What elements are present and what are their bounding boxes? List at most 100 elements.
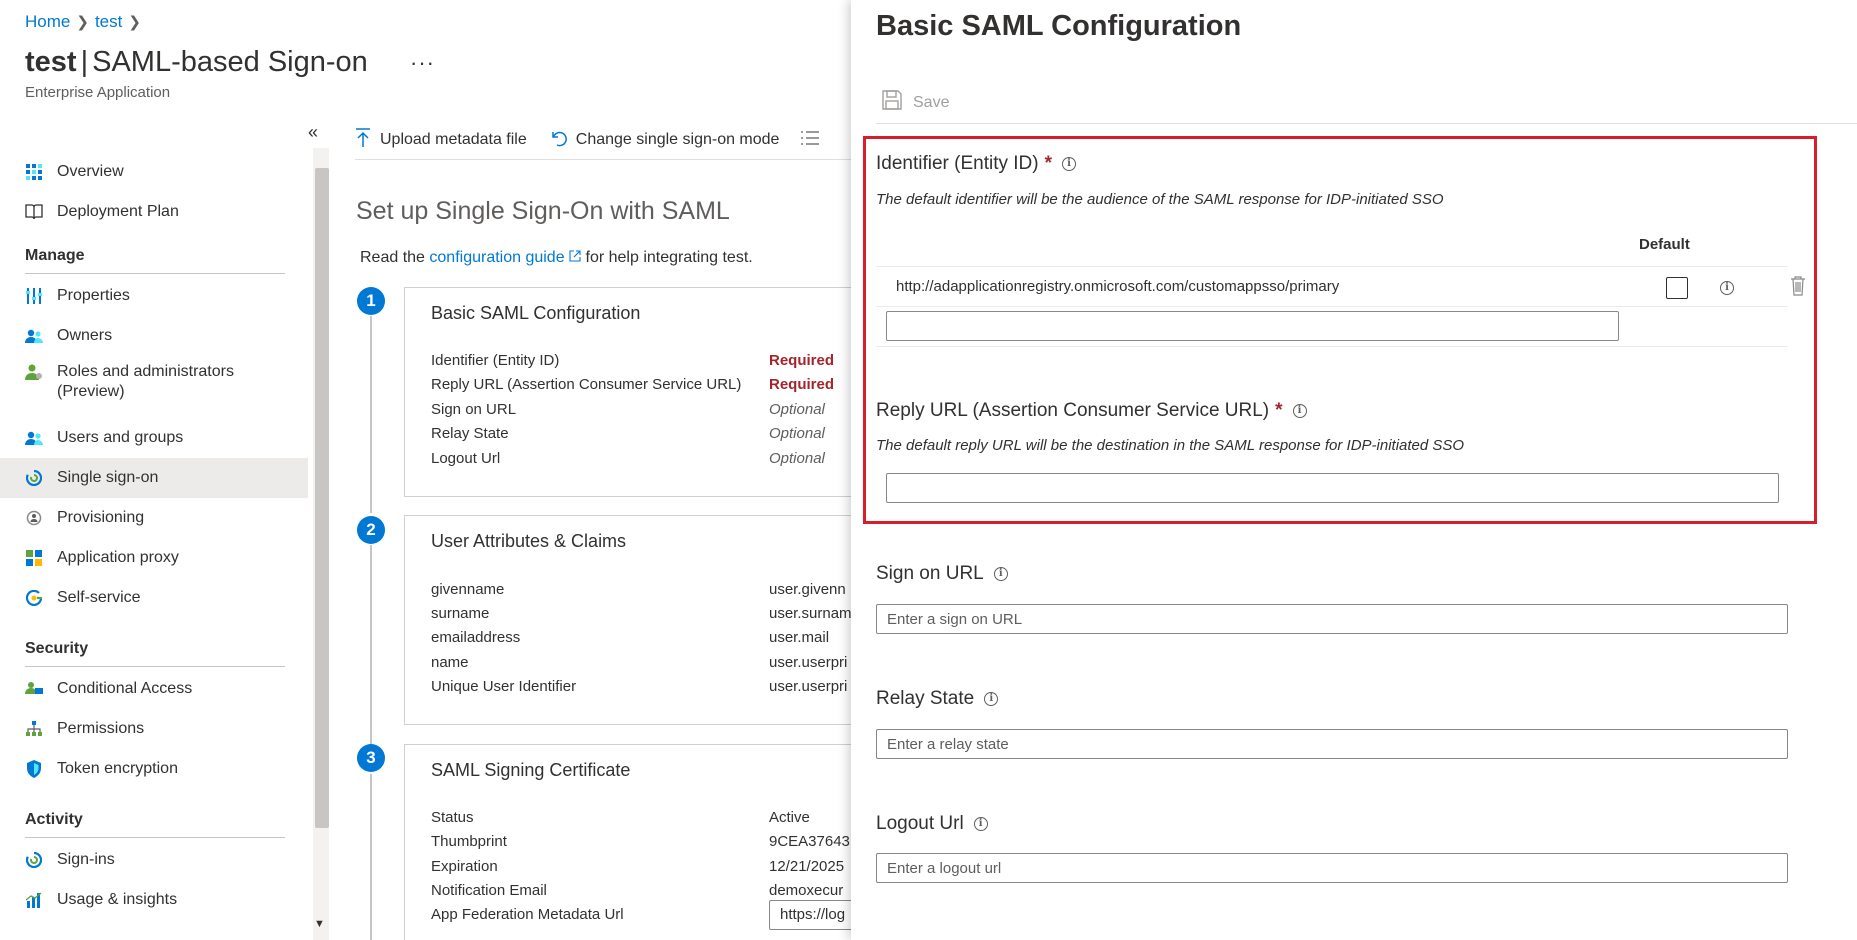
scrollbar-thumb[interactable] [315, 168, 329, 828]
divider [876, 123, 1857, 124]
step-card-attributes-claims: User Attributes & Claims givenname user.… [404, 515, 864, 725]
card-row-value: 9CEA37643 [769, 833, 850, 850]
card-row-label: Expiration [431, 858, 498, 875]
grid-icon [25, 163, 43, 181]
sidebar-item-provisioning[interactable]: Provisioning [0, 498, 308, 538]
sidebar-item-token-encryption[interactable]: Token encryption [0, 749, 308, 789]
reply-url-description: The default reply URL will be the destin… [876, 437, 1465, 454]
card-row-label: Relay State [431, 425, 509, 442]
step-number-2: 2 [357, 516, 385, 544]
card-row-value: demoxecur [769, 882, 844, 899]
sidebar-item-single-sign-on[interactable]: Single sign-on [0, 458, 308, 498]
breadcrumb: Home ❯ test ❯ [25, 12, 141, 32]
sidebar-item-self-service[interactable]: Self-service [0, 578, 308, 618]
card-row-label: Sign on URL [431, 401, 517, 418]
change-sso-mode-label: Change single sign-on mode [575, 131, 780, 148]
step-connector [370, 545, 372, 745]
card-row-label: App Federation Metadata Url [431, 906, 624, 923]
chevron-right-icon: ❯ [128, 14, 141, 31]
relay-state-label-text: Relay State [876, 688, 975, 709]
chevron-right-icon: ❯ [76, 14, 89, 31]
divider [25, 273, 285, 274]
card-row-value: user.surnam [769, 605, 852, 622]
undo-icon [549, 129, 567, 152]
card-title: Basic SAML Configuration [431, 303, 641, 323]
sign-ins-icon [25, 851, 43, 869]
sidebar-item-sign-ins[interactable]: Sign-ins [0, 840, 308, 880]
sidebar-item-permissions[interactable]: Permissions [0, 709, 308, 749]
default-checkbox[interactable] [1666, 277, 1688, 299]
sidebar-item-conditional-access[interactable]: Conditional Access [0, 669, 308, 709]
sidebar-item-properties[interactable]: Properties [0, 276, 308, 316]
card-row-label: Reply URL (Assertion Consumer Service UR… [431, 376, 742, 393]
card-row-label: Thumbprint [431, 833, 507, 850]
configuration-guide-label: configuration guide [429, 249, 565, 266]
logout-url-label: Logout Url i [876, 813, 988, 835]
card-row-label: Status [431, 809, 474, 826]
change-sso-mode-button[interactable]: Change single sign-on mode [549, 129, 780, 152]
logout-url-input[interactable] [876, 853, 1788, 883]
breadcrumb-current[interactable]: test [95, 12, 122, 32]
sidebar-heading-security: Security [25, 640, 89, 657]
identifier-description: The default identifier will be the audie… [876, 191, 1444, 208]
upload-metadata-button[interactable]: Upload metadata file [355, 127, 527, 153]
info-icon[interactable]: i [993, 567, 1008, 581]
card-row-label: givenname [431, 581, 505, 598]
identifier-row: http://adapplicationregistry.onmicrosoft… [876, 266, 1805, 307]
sidebar-item-label: Single sign-on [57, 469, 159, 486]
page-title-separator: | [80, 46, 89, 78]
sidebar-item-label: Provisioning [57, 509, 145, 526]
required-mark: * [1275, 400, 1283, 421]
basic-saml-panel: Basic SAML Configuration Save Identifier… [851, 0, 1857, 940]
card-row-value: Optional [769, 401, 825, 418]
divider [25, 837, 285, 838]
breadcrumb-home[interactable]: Home [25, 12, 70, 32]
card-row-label: emailaddress [431, 629, 521, 646]
sidebar-item-application-proxy[interactable]: Application proxy [0, 538, 308, 578]
card-row-label: surname [431, 605, 490, 622]
sidebar-item-deployment-plan[interactable]: Deployment Plan [0, 192, 308, 232]
relay-state-label: Relay State i [876, 688, 999, 710]
sidebar-item-usage-insights[interactable]: Usage & insights [0, 880, 308, 920]
properties-icon [25, 287, 43, 305]
info-icon[interactable]: i [1292, 404, 1307, 418]
sidebar-item-label: Deployment Plan [57, 203, 179, 220]
collapse-sidebar-button[interactable]: « [308, 122, 318, 143]
step-number-3: 3 [357, 744, 385, 772]
reply-url-label: Reply URL (Assertion Consumer Service UR… [876, 400, 1307, 422]
info-icon[interactable]: i [1720, 281, 1734, 295]
reply-url-label-text: Reply URL (Assertion Consumer Service UR… [876, 400, 1270, 421]
list-view-button[interactable] [801, 130, 820, 151]
identifier-value[interactable]: http://adapplicationregistry.onmicrosoft… [896, 278, 1339, 295]
identifier-input[interactable] [886, 311, 1619, 341]
sidebar: Overview Deployment Plan Manage Properti… [0, 148, 308, 940]
save-button[interactable]: Save [882, 90, 949, 115]
card-row-label: Logout Url [431, 450, 501, 467]
card-row-label: name [431, 654, 469, 671]
sidebar-item-owners[interactable]: Owners [0, 316, 308, 356]
sidebar-item-roles[interactable]: Roles and administrators (Preview) [0, 358, 308, 406]
sidebar-item-users-groups[interactable]: Users and groups [0, 418, 308, 458]
info-icon[interactable]: i [973, 817, 988, 831]
sign-on-url-input[interactable] [876, 604, 1788, 634]
card-row-value: Required [769, 352, 835, 369]
scroll-down-arrow-icon[interactable]: ▼ [314, 918, 325, 930]
sidebar-item-overview[interactable]: Overview [0, 152, 308, 192]
chart-icon [25, 891, 43, 909]
sidebar-item-label: Usage & insights [57, 891, 178, 908]
card-row-value: Optional [769, 425, 825, 442]
info-icon[interactable]: i [984, 692, 999, 706]
info-icon[interactable]: i [1062, 157, 1077, 171]
app-proxy-icon [25, 549, 43, 567]
trash-icon[interactable] [1790, 276, 1806, 301]
page-title-app: test [25, 46, 77, 78]
identifier-label-text: Identifier (Entity ID) [876, 153, 1039, 174]
sign-on-url-label: Sign on URL i [876, 563, 1008, 585]
sign-on-url-label-text: Sign on URL [876, 563, 984, 584]
page-title: test | SAML-based Sign-on [25, 46, 368, 79]
reply-url-input[interactable] [886, 473, 1779, 503]
owners-icon [25, 327, 43, 345]
more-options-button[interactable]: ··· [410, 50, 435, 76]
relay-state-input[interactable] [876, 729, 1788, 759]
configuration-guide-link[interactable]: configuration guide [429, 249, 581, 266]
